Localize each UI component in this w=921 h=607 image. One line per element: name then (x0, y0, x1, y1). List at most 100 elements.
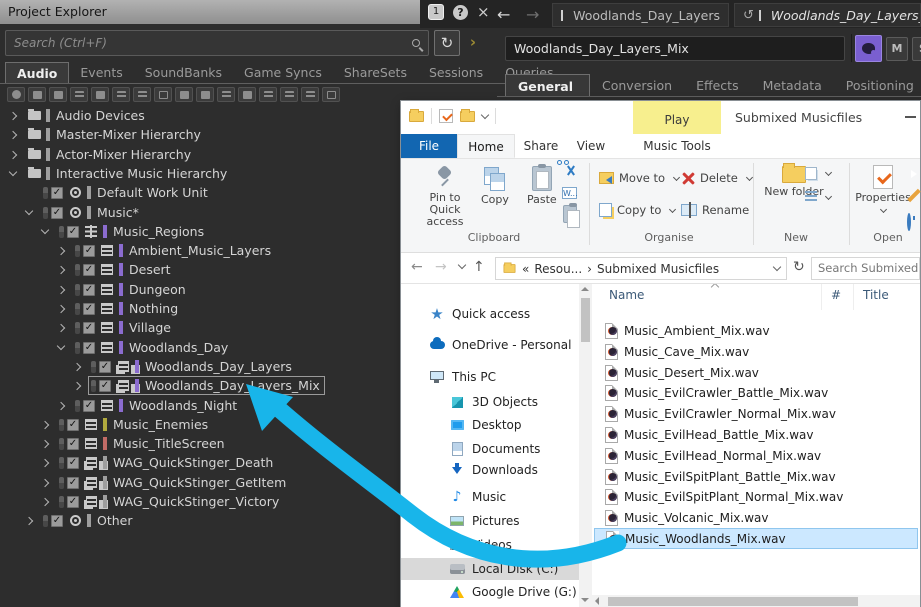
file-row-music-evilcrawler-battle-mix-wav[interactable]: Music_EvilCrawler_Battle_Mix.wav (594, 382, 918, 403)
tree-item-woodlands-day[interactable]: ✓ Woodlands_Day (0, 338, 400, 357)
checkbox[interactable]: ✓ (67, 418, 79, 431)
chevron-right-icon[interactable] (40, 439, 50, 448)
tab-sharesets[interactable]: ShareSets (332, 62, 418, 84)
music-playlist-icon[interactable] (280, 87, 298, 102)
tree-item-music-enemies[interactable]: ✓ Music_Enemies (0, 415, 400, 434)
help-icon[interactable]: ? (453, 4, 468, 20)
column-header-name[interactable]: Name (609, 288, 644, 302)
checkbox[interactable]: ✓ (83, 321, 95, 334)
refresh-button[interactable]: ↻ (434, 30, 460, 56)
checkbox[interactable]: ✓ (83, 302, 95, 315)
tree-item-other[interactable]: ✓ Other (0, 511, 400, 530)
tree-item-desert[interactable]: ✓ Desert (0, 260, 400, 279)
checkbox[interactable]: ✓ (83, 244, 95, 257)
sound-voice-icon[interactable] (196, 87, 214, 102)
file-row-music-evilcrawler-normal-mix-wav[interactable]: Music_EvilCrawler_Normal_Mix.wav (594, 403, 918, 424)
chevron-right-icon[interactable] (72, 362, 82, 371)
nav-item-documents[interactable]: Documents (401, 438, 579, 460)
chevron-right-icon[interactable] (56, 304, 66, 313)
copy-to-button[interactable]: Copy to (599, 203, 677, 217)
project-explorer-titlebar[interactable]: Project Explorer (0, 0, 420, 24)
recent-locations-icon[interactable] (457, 260, 467, 270)
tree-item-master-mixer-hierarchy[interactable]: Master-Mixer Hierarchy (0, 125, 400, 144)
search-input[interactable]: Search (Ctrl+F) (5, 30, 429, 56)
checkbox[interactable]: ✓ (51, 514, 63, 527)
ribbon-tab-share[interactable]: Share (515, 134, 567, 158)
explorer-search-input[interactable]: Search Submixed M (811, 257, 920, 280)
chevron-right-icon[interactable] (24, 516, 34, 525)
checkbox[interactable]: ✓ (83, 283, 95, 296)
tree-item-dungeon[interactable]: ✓ Dungeon (0, 280, 400, 299)
tab-positioning[interactable]: Positioning (834, 74, 921, 97)
tree-item-wag-quickstinger-getitem[interactable]: ✓ WAG_QuickStinger_GetItem (0, 473, 400, 492)
checkbox[interactable]: ✓ (67, 456, 79, 469)
tab-events[interactable]: Events (69, 62, 134, 84)
nav-item-3d-objects[interactable]: 3D Objects (401, 391, 579, 413)
scroll-left-icon[interactable] (595, 597, 599, 605)
paste-button[interactable]: Paste (527, 164, 557, 206)
nav-item-local-disk-c-[interactable]: Local Disk (C:) (401, 558, 579, 580)
chevron-down-icon[interactable] (772, 262, 782, 272)
panel-overflow-button[interactable]: › (463, 32, 483, 54)
checkbox[interactable]: ✓ (67, 476, 79, 489)
checkbox[interactable]: ✓ (67, 495, 79, 508)
work-unit-icon[interactable] (7, 87, 25, 102)
checkbox[interactable]: ✓ (51, 206, 63, 219)
scrollbar-thumb[interactable] (581, 298, 590, 342)
nav-item-google-drive-g-[interactable]: Google Drive (G:) (401, 581, 579, 603)
chevron-right-icon[interactable] (8, 130, 18, 139)
blend-container-icon[interactable] (91, 87, 109, 102)
properties-button[interactable]: Properties (855, 165, 911, 214)
nav-vertical-scrollbar[interactable] (579, 284, 592, 607)
actor-mixer-icon[interactable] (70, 87, 88, 102)
checkmark-icon[interactable] (439, 109, 453, 123)
tree-item-wag-quickstinger-victory[interactable]: ✓ WAG_QuickStinger_Victory (0, 492, 400, 511)
file-row-music-desert-mix-wav[interactable]: Music_Desert_Mix.wav (594, 362, 918, 383)
file-row-music-ambient-mix-wav[interactable]: Music_Ambient_Mix.wav (594, 320, 918, 341)
tree-item-woodlands-night[interactable]: ✓ Woodlands_Night (0, 396, 400, 415)
tab-audio[interactable]: Audio (5, 62, 70, 84)
history-button[interactable] (907, 213, 911, 231)
object-name-field[interactable]: Woodlands_Day_Layers_Mix (505, 36, 845, 61)
ribbon-tab-home[interactable]: Home (457, 134, 515, 158)
random-container-icon[interactable] (133, 87, 151, 102)
nav-item-music[interactable]: ♪ Music (401, 486, 579, 508)
breadcrumb-parent[interactable]: Resou... (534, 262, 582, 276)
music-switch-icon[interactable] (259, 87, 277, 102)
chevron-right-icon[interactable] (56, 285, 66, 294)
solo-button[interactable]: S (912, 37, 921, 61)
chevron-right-icon[interactable] (40, 458, 50, 467)
nav-item-pictures[interactable]: Pictures (401, 510, 579, 532)
chevron-right-icon[interactable] (56, 323, 66, 332)
tree-item-village[interactable]: ✓ Village (0, 318, 400, 337)
tab-conversion[interactable]: Conversion (590, 74, 684, 97)
tab-effects[interactable]: Effects (684, 74, 751, 97)
easy-access-button[interactable] (805, 191, 833, 203)
pin-to-quick-access-button[interactable]: Pin to Quick access (419, 165, 471, 228)
chevron-right-icon[interactable] (40, 478, 50, 487)
back-icon[interactable]: ← (411, 259, 423, 275)
chevron-right-icon[interactable] (72, 381, 82, 390)
scroll-up-icon[interactable] (581, 287, 589, 291)
tree-item-nothing[interactable]: ✓ Nothing (0, 299, 400, 318)
tree-item-actor-mixer-hierarchy[interactable]: Actor-Mixer Hierarchy (0, 145, 400, 164)
column-divider[interactable] (853, 284, 854, 310)
tree-item-interactive-music-hierarchy[interactable]: Interactive Music Hierarchy (0, 164, 400, 183)
effect-icon[interactable] (238, 87, 256, 102)
checkbox[interactable]: ✓ (83, 341, 95, 354)
copy-button[interactable]: Copy (481, 167, 509, 206)
chevron-down-icon[interactable] (24, 206, 34, 216)
document-tab-woodlands_day_layers[interactable]: Woodlands_Day_Layers (552, 3, 729, 27)
folder-icon[interactable] (28, 87, 46, 102)
delete-button[interactable]: Delete (681, 171, 753, 185)
forward-icon[interactable]: → (435, 259, 447, 275)
nav-item-quick-access[interactable]: ★ Quick access (401, 303, 579, 325)
chevron-right-icon[interactable] (40, 420, 50, 429)
sound-sfx-icon[interactable] (175, 87, 193, 102)
file-row-music-evilhead-battle-mix-wav[interactable]: Music_EvilHead_Battle_Mix.wav (594, 424, 918, 445)
chevron-down-icon[interactable] (56, 341, 66, 351)
copy-path-button[interactable]: W... (562, 187, 578, 199)
tree-item-ambient-music-layers[interactable]: ✓ Ambient_Music_Layers (0, 241, 400, 260)
column-header-title[interactable]: Title (863, 288, 889, 302)
chevron-right-icon[interactable] (56, 265, 66, 274)
